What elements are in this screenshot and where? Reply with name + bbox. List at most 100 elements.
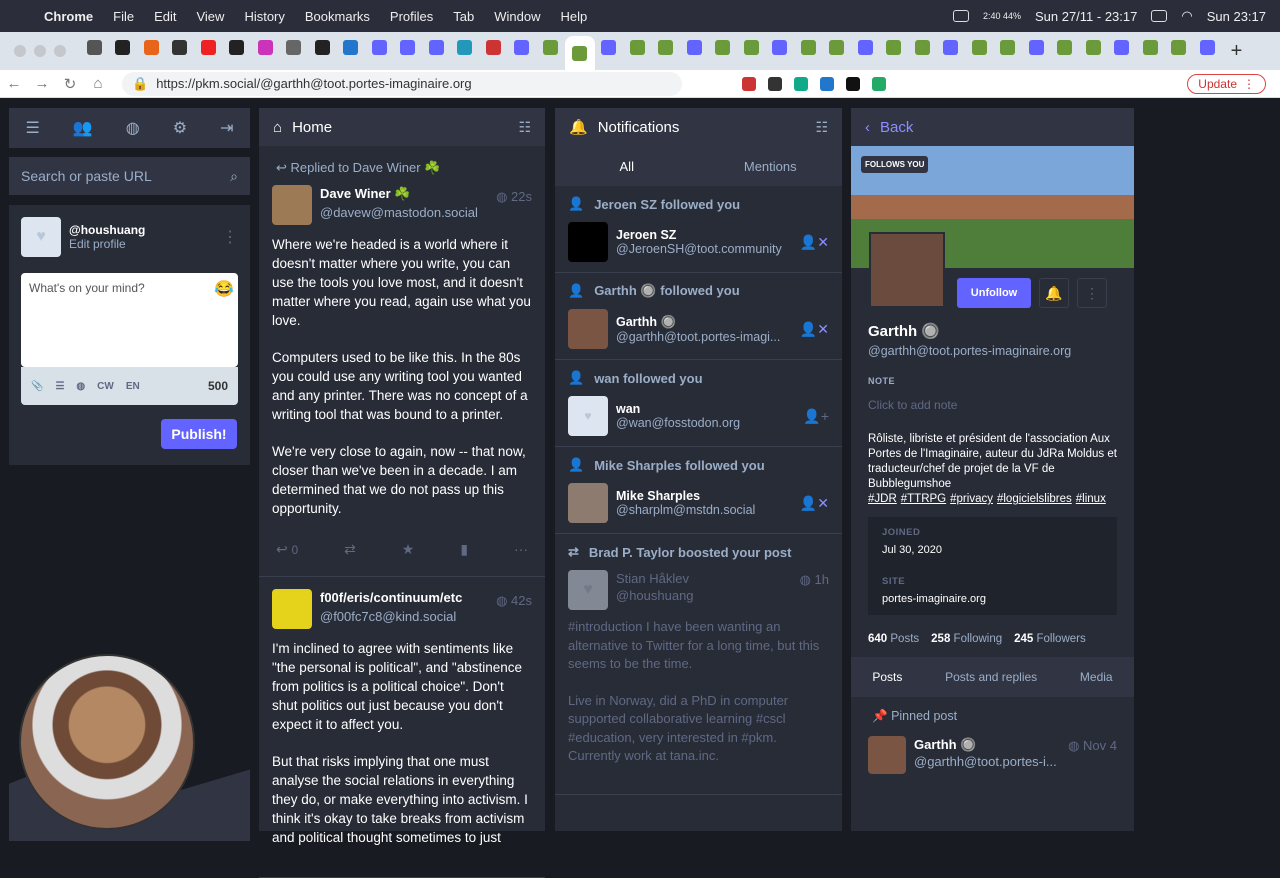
avatar[interactable] bbox=[272, 185, 312, 225]
browser-tab[interactable] bbox=[80, 32, 109, 62]
boost-notification[interactable]: ⇄ Brad P. Taylor boosted your post ♥ Stia… bbox=[555, 534, 842, 795]
globe-icon[interactable]: ◍ bbox=[76, 381, 85, 392]
account-row[interactable]: ♥ wan @wan@fosstodon.org 👤+ bbox=[568, 396, 829, 436]
browser-tab[interactable] bbox=[937, 32, 966, 62]
browser-tab[interactable] bbox=[623, 32, 652, 62]
home-icon[interactable]: ⌂ bbox=[84, 75, 112, 92]
extension-icon[interactable] bbox=[820, 76, 834, 91]
unfollow-icon[interactable]: 👤✕ bbox=[800, 495, 829, 512]
publish-button[interactable]: Publish! bbox=[161, 419, 237, 449]
status[interactable]: f00f/eris/continuum/etc @f00fc7c8@kind.so… bbox=[259, 577, 545, 878]
account-handle[interactable]: @garthh@toot.portes-imagi... bbox=[616, 330, 780, 344]
display-name[interactable]: Dave Winer ☘️ bbox=[320, 185, 478, 203]
avatar[interactable]: ♥ bbox=[568, 396, 608, 436]
browser-tab[interactable] bbox=[1136, 32, 1165, 62]
menu-tab[interactable]: Tab bbox=[453, 9, 474, 24]
tab-posts[interactable]: Posts bbox=[872, 670, 902, 684]
back-button[interactable]: ‹ Back bbox=[851, 108, 1134, 146]
menu-chrome[interactable]: Chrome bbox=[44, 9, 93, 24]
follow-icon[interactable]: 👤+ bbox=[803, 408, 829, 425]
account-handle[interactable]: @wan@fosstodon.org bbox=[616, 416, 740, 430]
status-time[interactable]: ◍ Nov 4 bbox=[1068, 738, 1117, 754]
compose-textarea[interactable]: What's on your mind? 😂 bbox=[21, 273, 238, 367]
browser-tab[interactable] bbox=[794, 32, 823, 62]
address-bar[interactable]: 🔒 https://pkm.social/@garthh@toot.portes-… bbox=[122, 71, 682, 96]
clock[interactable]: Sun 23:17 bbox=[1207, 9, 1266, 24]
gear-icon[interactable]: ⚙ bbox=[173, 118, 187, 138]
extension-icon[interactable] bbox=[846, 76, 860, 91]
more-icon[interactable]: ⋮ bbox=[222, 227, 238, 247]
browser-tab[interactable] bbox=[680, 32, 709, 62]
back-arrow-icon[interactable]: ← bbox=[0, 75, 28, 92]
home-header[interactable]: ⌂ Home ☷ bbox=[259, 108, 545, 146]
url-text[interactable]: https://pkm.social/@garthh@toot.portes-i… bbox=[156, 76, 471, 91]
tab-all[interactable]: All bbox=[555, 159, 699, 174]
browser-tab[interactable] bbox=[965, 32, 994, 62]
menu-edit[interactable]: Edit bbox=[154, 9, 176, 24]
close-window-icon[interactable] bbox=[14, 45, 26, 57]
account-handle[interactable]: @JeroenSH@toot.community bbox=[616, 242, 782, 256]
extension-icon[interactable] bbox=[768, 76, 782, 91]
tab-mentions[interactable]: Mentions bbox=[699, 159, 843, 174]
avatar[interactable] bbox=[568, 483, 608, 523]
menu-view[interactable]: View bbox=[196, 9, 224, 24]
unfollow-icon[interactable]: 👤✕ bbox=[800, 234, 829, 251]
datetime[interactable]: Sun 27/11 - 23:17 bbox=[1035, 9, 1137, 24]
new-tab-button[interactable]: + bbox=[1222, 40, 1252, 63]
browser-tab[interactable] bbox=[595, 32, 624, 62]
account-row[interactable]: Garthh 🔘 @garthh@toot.portes-imagi... 👤✕ bbox=[568, 309, 829, 349]
browser-tab[interactable] bbox=[1108, 32, 1137, 62]
browser-tab[interactable] bbox=[308, 32, 337, 62]
unfollow-icon[interactable]: 👤✕ bbox=[800, 321, 829, 338]
poll-icon[interactable]: ☰ bbox=[55, 381, 64, 392]
avatar[interactable]: ♥ bbox=[21, 217, 61, 257]
notification[interactable]: 👤 Mike Sharples followed you Mike Sharple… bbox=[555, 447, 842, 534]
display-name[interactable]: f00f/eris/continuum/etc bbox=[320, 589, 462, 607]
account-handle[interactable]: @houshuang bbox=[616, 588, 694, 603]
notification[interactable]: 👤 Jeroen SZ followed you Jeroen SZ @Jeroen… bbox=[555, 186, 842, 273]
wifi-icon[interactable]: ◠ bbox=[1181, 8, 1192, 24]
more-button[interactable]: ··· bbox=[514, 540, 528, 560]
cw-button[interactable]: CW bbox=[97, 381, 114, 392]
edit-profile-link[interactable]: Edit profile bbox=[69, 237, 145, 251]
display-name[interactable]: Mike Sharples bbox=[616, 489, 755, 503]
hashtag[interactable]: #logicielslibres bbox=[997, 493, 1072, 505]
battery-icon[interactable] bbox=[1151, 10, 1168, 22]
display-name[interactable]: Garthh 🔘 bbox=[914, 736, 1057, 754]
hashtag[interactable]: #linux bbox=[1076, 493, 1106, 505]
browser-tab[interactable] bbox=[137, 32, 166, 62]
account-row[interactable]: Mike Sharples @sharplm@mstdn.social 👤✕ bbox=[568, 483, 829, 523]
extension-icon[interactable] bbox=[742, 76, 756, 91]
tab-posts-and-replies[interactable]: Posts and replies bbox=[945, 670, 1037, 684]
avatar[interactable] bbox=[868, 736, 906, 774]
status[interactable]: ↩ Replied to Dave Winer ☘️ Dave Winer ☘️… bbox=[259, 146, 545, 577]
browser-tab[interactable] bbox=[652, 32, 681, 62]
browser-tab[interactable] bbox=[223, 32, 252, 62]
display-name[interactable]: Stian Håklev bbox=[616, 570, 694, 588]
status-time[interactable]: ◍ 42s bbox=[496, 591, 532, 610]
browser-tab[interactable] bbox=[908, 32, 937, 62]
account-handle[interactable]: @garthh@toot.portes-i... bbox=[914, 754, 1057, 769]
browser-tab[interactable] bbox=[1051, 32, 1080, 62]
bell-icon[interactable]: 🔔 bbox=[1039, 278, 1069, 308]
browser-tab[interactable] bbox=[166, 32, 195, 62]
browser-tab[interactable] bbox=[365, 32, 394, 62]
display-name[interactable]: Garthh 🔘 bbox=[616, 315, 780, 330]
account-handle[interactable]: @sharplm@mstdn.social bbox=[616, 503, 755, 517]
search-icon[interactable]: ⌕ bbox=[230, 168, 238, 185]
browser-tab[interactable] bbox=[823, 32, 852, 62]
notifications-header[interactable]: 🔔 Notifications ☷ bbox=[555, 108, 842, 146]
browser-tab[interactable] bbox=[194, 32, 223, 62]
menu-bookmarks[interactable]: Bookmarks bbox=[305, 9, 370, 24]
browser-tab[interactable] bbox=[766, 32, 795, 62]
account-row[interactable]: Jeroen SZ @JeroenSH@toot.community 👤✕ bbox=[568, 222, 829, 262]
browser-tab[interactable] bbox=[251, 32, 280, 62]
menu-help[interactable]: Help bbox=[561, 9, 588, 24]
unfollow-button[interactable]: Unfollow bbox=[957, 278, 1031, 308]
browser-tab[interactable] bbox=[394, 32, 423, 62]
status-time[interactable]: ◍ 22s bbox=[496, 187, 532, 206]
avatar[interactable]: ♥ bbox=[568, 570, 608, 610]
browser-tab[interactable] bbox=[536, 32, 565, 62]
field-value[interactable]: portes-imaginaire.org bbox=[882, 593, 1103, 605]
browser-tab[interactable] bbox=[880, 32, 909, 62]
